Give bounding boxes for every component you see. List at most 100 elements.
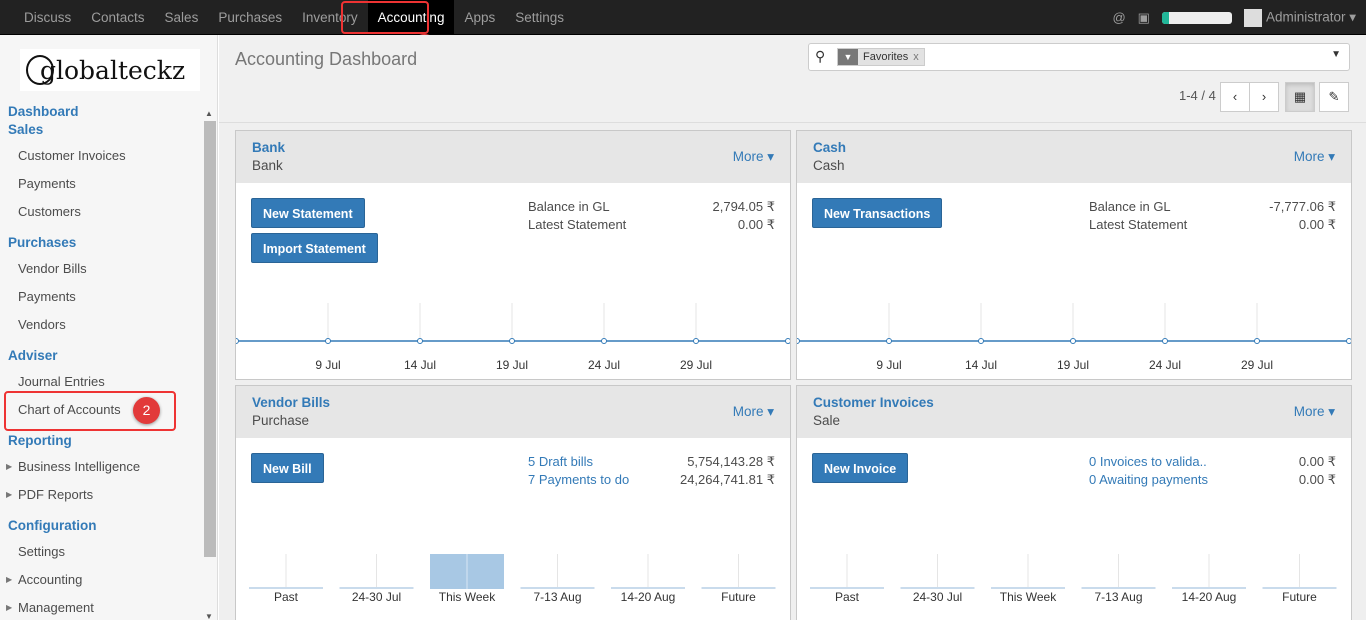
sidebar-item-vendors[interactable]: Vendors	[0, 311, 200, 339]
pager-next-button[interactable]: ›	[1249, 82, 1279, 112]
bar	[1081, 587, 1156, 589]
pager-prev-button[interactable]: ‹	[1220, 82, 1250, 112]
sidebar-item-label: Journal Entries	[18, 374, 105, 389]
sidebar-section-dashboard[interactable]: Dashboard	[0, 103, 79, 121]
sidebar-section-reporting[interactable]: Reporting	[0, 432, 72, 450]
scroll-up-icon[interactable]: ▲	[205, 109, 213, 118]
search-icon: ⚲	[815, 48, 826, 64]
new-transactions-button[interactable]: New Transactions	[812, 198, 943, 228]
sidebar-item-business-intelligence[interactable]: ▶ Business Intelligence	[0, 453, 200, 481]
more-dropdown[interactable]: More ▾	[1294, 149, 1335, 165]
sidebar-section-sales[interactable]: Sales	[0, 121, 43, 139]
card-header: Customer Invoices Sale More ▾	[797, 386, 1351, 438]
page-title: Accounting Dashboard	[235, 49, 418, 69]
card-subtitle: Purchase	[252, 413, 310, 428]
sidebar-item-settings[interactable]: Settings	[0, 538, 200, 566]
menu-item-contacts[interactable]: Contacts	[81, 0, 154, 35]
stat-label[interactable]: 7 Payments to do	[528, 472, 629, 487]
company-logo[interactable]: globalteckz	[20, 49, 200, 91]
data-point	[325, 338, 331, 344]
user-menu[interactable]: Administrator ▾	[1243, 8, 1356, 27]
more-dropdown[interactable]: More ▾	[733, 404, 774, 420]
sidebar-section-purchases[interactable]: Purchases	[0, 234, 76, 252]
avatar	[1243, 8, 1262, 27]
bar	[249, 587, 323, 589]
sidebar-item-label: Management	[18, 600, 94, 615]
stat-label[interactable]: 0 Awaiting payments	[1089, 472, 1208, 487]
sidebar-item-label: Accounting	[18, 572, 83, 587]
scroll-down-icon[interactable]: ▼	[205, 612, 213, 620]
sidebar-item-payments[interactable]: Payments	[0, 283, 200, 311]
import-statement-button[interactable]: Import Statement	[251, 233, 378, 263]
pager-value: 1-4 / 4	[1179, 88, 1216, 103]
new-bill-button[interactable]: New Bill	[251, 453, 324, 483]
x-tick-label: 19 Jul	[1057, 358, 1089, 372]
caret-right-icon: ▶	[6, 462, 13, 471]
search-options-icon[interactable]: ▼	[1331, 49, 1341, 60]
logo-text: globalteckz	[40, 55, 186, 85]
filter-icon: ▼	[838, 49, 858, 65]
bar	[1262, 587, 1337, 589]
search-bar[interactable]: ⚲ ▼ Favorites x ▼	[808, 43, 1350, 71]
sidebar-scrollbar[interactable]	[204, 121, 216, 557]
card-title[interactable]: Bank	[252, 140, 774, 155]
menu-item-discuss[interactable]: Discuss	[14, 0, 81, 35]
sidebar-item-label: Payments	[18, 289, 76, 304]
card-title[interactable]: Customer Invoices	[813, 395, 1335, 410]
more-dropdown[interactable]: More ▾	[1294, 404, 1335, 420]
mention-icon[interactable]: @	[1112, 10, 1125, 25]
new-invoice-button[interactable]: New Invoice	[812, 453, 909, 483]
edit-view-button[interactable]: ✎	[1319, 82, 1349, 112]
more-label: More	[732, 149, 764, 164]
app-menu: Discuss Contacts Sales Purchases Inventory Ac…	[14, 0, 574, 35]
data-point	[601, 338, 607, 344]
dashboard-card-cash: Cash Cash More ▾ New Transactions Balance in…	[796, 130, 1352, 380]
x-tick-label: Future	[721, 590, 756, 604]
sidebar-item-label: Payments	[18, 176, 76, 191]
stat-label[interactable]: 0 Invoices to valida..	[1089, 454, 1207, 469]
kanban-view-button[interactable]: ▦	[1285, 82, 1315, 112]
more-dropdown[interactable]: More ▾	[733, 149, 774, 165]
card-graph: Past 24-30 Jul This Week 7-13 Aug 14-20 Aug F…	[249, 554, 776, 604]
chat-icon[interactable]: ▣	[1138, 10, 1150, 26]
more-label: More	[732, 404, 764, 419]
x-tick-label: Past	[274, 590, 299, 604]
x-tick-label: 14 Jul	[404, 358, 436, 372]
data-point	[797, 338, 800, 344]
sidebar-item-accounting[interactable]: ▶ Accounting	[0, 566, 200, 594]
bar	[991, 587, 1065, 589]
data-point	[1254, 338, 1260, 344]
stat-label[interactable]: 5 Draft bills	[528, 454, 593, 469]
sidebar-item-customers[interactable]: Customers	[0, 198, 200, 226]
card-subtitle: Sale	[813, 413, 841, 428]
facet-label: Favorites	[863, 51, 909, 63]
sidebar-section-configuration[interactable]: Configuration	[0, 517, 96, 535]
card-header: Vendor Bills Purchase More ▾	[236, 386, 790, 438]
card-graph: Past 24-30 Jul This Week 7-13 Aug 14-20 Aug F…	[810, 554, 1337, 604]
card-title[interactable]: Cash	[813, 140, 1335, 155]
x-tick-label: 24-30 Jul	[913, 590, 962, 604]
menu-item-settings[interactable]: Settings	[505, 0, 574, 35]
data-point	[1346, 338, 1351, 344]
caret-right-icon: ▶	[6, 603, 13, 612]
card-title[interactable]: Vendor Bills	[252, 395, 774, 410]
sidebar-section-adviser[interactable]: Adviser	[0, 347, 58, 365]
sidebar-item-label: Customer Invoices	[18, 148, 126, 163]
dashboard-card-bank: Bank Bank More ▾ New Statement Import Statem…	[235, 130, 791, 380]
sidebar-item-management[interactable]: ▶ Management	[0, 594, 200, 620]
sidebar-item-payments[interactable]: Payments	[0, 170, 200, 198]
menu-item-purchases[interactable]: Purchases	[208, 0, 292, 35]
x-tick-label: 24-30 Jul	[352, 590, 401, 604]
facet-close-icon[interactable]: x	[913, 51, 924, 63]
dashboard-card-customer-invoices: Customer Invoices Sale More ▾ New Invoice 0 …	[796, 385, 1352, 620]
sidebar: globalteckz Dashboard Sales Customer Invoi…	[0, 35, 218, 620]
menu-item-sales[interactable]: Sales	[155, 0, 209, 35]
new-statement-button[interactable]: New Statement	[251, 198, 365, 228]
sidebar-item-customer-invoices[interactable]: Customer Invoices	[0, 142, 200, 170]
data-point	[417, 338, 423, 344]
sidebar-item-pdf-reports[interactable]: ▶ PDF Reports	[0, 481, 200, 509]
card-graph: 9 Jul 14 Jul 19 Jul 24 Jul 29 Jul	[236, 303, 790, 372]
data-point	[236, 338, 239, 344]
sidebar-item-vendor-bills[interactable]: Vendor Bills	[0, 255, 200, 283]
menu-item-apps[interactable]: Apps	[454, 0, 505, 35]
